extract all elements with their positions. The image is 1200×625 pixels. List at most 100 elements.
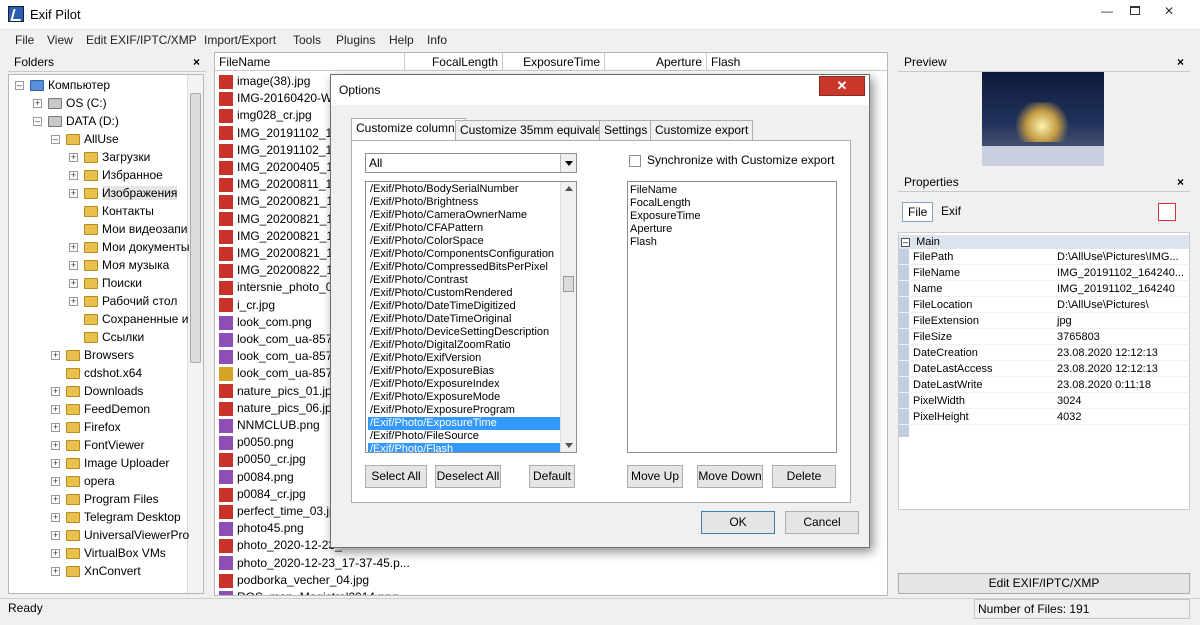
tree-item[interactable]: + Рабочий стол (69, 292, 177, 310)
property-row[interactable]: Name IMG_20191102_164240 (899, 281, 1189, 297)
tag-list-item[interactable]: /Exif/Photo/CustomRendered (368, 287, 560, 300)
selected-columns-list[interactable]: FileName FocalLength ExposureTime Aperture F… (627, 181, 837, 453)
tag-list-item[interactable]: /Exif/Photo/ExposureMode (368, 391, 560, 404)
tab-customize-35mm[interactable]: Customize 35mm equivalent (455, 120, 617, 140)
menu-view[interactable]: View (47, 33, 73, 47)
deselect-all-button[interactable]: Deselect All (435, 465, 501, 488)
tree-item[interactable]: + Browsers (51, 346, 134, 364)
close-properties-panel-icon[interactable]: × (1177, 172, 1184, 192)
tab-customize-columns[interactable]: Customize columns (351, 118, 466, 141)
move-up-button[interactable]: Move Up (627, 465, 683, 488)
expand-icon[interactable]: + (69, 243, 78, 253)
tree-item[interactable]: + Поиски (69, 274, 142, 292)
column-header-focallength[interactable]: FocalLength (405, 53, 503, 71)
tree-item[interactable]: – DATA (D:) (33, 112, 119, 130)
expand-icon[interactable]: + (51, 495, 60, 505)
menu-help[interactable]: Help (389, 33, 414, 47)
tree-item[interactable]: + VirtualBox VMs (51, 544, 166, 562)
available-tags-list[interactable]: /Exif/Photo/BodySerialNumber/Exif/Photo/… (365, 181, 577, 453)
expand-icon[interactable]: + (51, 459, 60, 469)
export-properties-icon[interactable] (1158, 203, 1176, 221)
file-row[interactable]: look_com_ua-8575 (215, 365, 339, 382)
collapse-icon[interactable]: – (33, 117, 42, 127)
tag-list-item[interactable]: /Exif/Photo/CameraOwnerName (368, 209, 560, 222)
file-row[interactable]: p0084_cr.jpg (215, 486, 306, 503)
dropdown-arrow-icon[interactable] (560, 154, 576, 172)
tag-list-item[interactable]: /Exif/Photo/ExposureTime (368, 417, 560, 430)
close-preview-panel-icon[interactable]: × (1177, 52, 1184, 72)
folder-tree-scroll-thumb[interactable] (190, 93, 201, 363)
file-row[interactable]: IMG_20191102_164 (215, 142, 346, 159)
tag-filter-combo[interactable]: All (365, 153, 577, 173)
file-row[interactable]: IMG_20200821_175 (215, 228, 346, 245)
delete-button[interactable]: Delete (772, 465, 836, 488)
column-header-exposuretime[interactable]: ExposureTime (503, 53, 605, 71)
edit-exif-iptc-xmp-button[interactable]: Edit EXIF/IPTC/XMP (898, 573, 1190, 594)
column-header-flash[interactable]: Flash (707, 53, 887, 71)
file-row[interactable]: i_cr.jpg (215, 297, 275, 314)
column-header-filename[interactable]: FileName (215, 53, 405, 71)
tree-item[interactable]: + XnConvert (51, 562, 141, 580)
property-row[interactable]: FilePath D:\AllUse\Pictures\IMG... (899, 249, 1189, 265)
expand-icon[interactable]: + (69, 279, 78, 289)
file-row[interactable]: intersnie_photo_0 (215, 279, 332, 296)
property-row[interactable]: FileSize 3765803 (899, 329, 1189, 345)
scroll-up-arrow-icon[interactable] (565, 186, 573, 191)
tree-item[interactable]: + UniversalViewerPro (51, 526, 189, 544)
property-row[interactable]: DateCreation 23.08.2020 12:12:13 (899, 345, 1189, 361)
file-row[interactable]: ROS_map_Magistral2014.png (215, 589, 398, 595)
property-row[interactable]: PixelWidth 3024 (899, 393, 1189, 409)
tree-item[interactable]: cdshot.x64 (51, 364, 142, 382)
file-row[interactable]: IMG_20200811_150 (215, 176, 346, 193)
tree-item[interactable]: – AllUse (51, 130, 119, 148)
default-button[interactable]: Default (529, 465, 575, 488)
property-row[interactable]: DateLastWrite 23.08.2020 0:11:18 (899, 377, 1189, 393)
tag-list-item[interactable]: /Exif/Photo/DateTimeDigitized (368, 300, 560, 313)
maximize-button[interactable] (1120, 0, 1150, 22)
tag-list-item[interactable]: /Exif/Photo/CompressedBitsPerPixel (368, 261, 560, 274)
property-row[interactable]: PixelHeight 4032 (899, 409, 1189, 425)
tree-item[interactable]: + Загрузки (69, 148, 150, 166)
tree-item[interactable]: + FeedDemon (51, 400, 150, 418)
tree-item[interactable]: + FontViewer (51, 436, 144, 454)
file-row[interactable]: look_com_ua-8575 (215, 348, 339, 365)
folder-tree-scrollbar[interactable] (187, 75, 203, 593)
expand-icon[interactable]: + (69, 297, 78, 307)
file-row[interactable]: perfect_time_03.jpg (215, 503, 342, 520)
expand-icon[interactable]: + (51, 477, 60, 487)
tag-list-item[interactable]: /Exif/Photo/ExposureProgram (368, 404, 560, 417)
collapse-icon[interactable]: – (15, 81, 24, 91)
file-row[interactable]: IMG_20200405_101 (215, 159, 346, 176)
menu-info[interactable]: Info (427, 33, 447, 47)
tab-customize-export[interactable]: Customize export (650, 120, 754, 140)
tab-exif[interactable]: Exif (936, 202, 966, 222)
tree-item[interactable]: + Firefox (51, 418, 121, 436)
property-row[interactable]: FileLocation D:\AllUse\Pictures\ (899, 297, 1189, 313)
selected-column-item[interactable]: Aperture (630, 223, 672, 236)
selected-column-item[interactable]: FileName (630, 184, 677, 197)
tag-list-item[interactable]: /Exif/Photo/Contrast (368, 274, 560, 287)
tree-item[interactable]: Контакты (69, 202, 154, 220)
sync-checkbox[interactable]: Synchronize with Customize export (629, 153, 834, 167)
file-row[interactable]: img028_cr.jpg (215, 107, 312, 124)
expand-icon[interactable]: + (51, 567, 60, 577)
folder-tree[interactable]: – Компьютер + OS (C:) – DATA (D:) – AllUse + Загр… (8, 74, 204, 594)
expand-icon[interactable]: + (51, 549, 60, 559)
tag-list-item[interactable]: /Exif/Photo/Brightness (368, 196, 560, 209)
menu-tools[interactable]: Tools (293, 33, 321, 47)
file-row[interactable]: IMG_20200821_175 (215, 245, 346, 262)
tag-list-item[interactable]: /Exif/Photo/DeviceSettingDescription (368, 326, 560, 339)
expand-icon[interactable]: + (69, 153, 78, 163)
collapse-icon[interactable]: – (901, 238, 910, 247)
file-row[interactable]: look_com.png (215, 314, 312, 331)
tree-item[interactable]: Сохраненные и (69, 310, 188, 328)
expand-icon[interactable]: + (51, 423, 60, 433)
menu-edit-exif[interactable]: Edit EXIF/IPTC/XMP (86, 33, 197, 47)
file-row[interactable]: IMG_20200821_175 (215, 193, 346, 210)
checkbox-icon[interactable] (629, 154, 641, 167)
scroll-down-arrow-icon[interactable] (565, 443, 573, 448)
file-row[interactable]: IMG-20160420-WA (215, 90, 340, 107)
tags-scroll-thumb[interactable] (563, 276, 574, 292)
file-row[interactable]: image(38).jpg (215, 73, 310, 90)
tab-file[interactable]: File (902, 202, 934, 222)
